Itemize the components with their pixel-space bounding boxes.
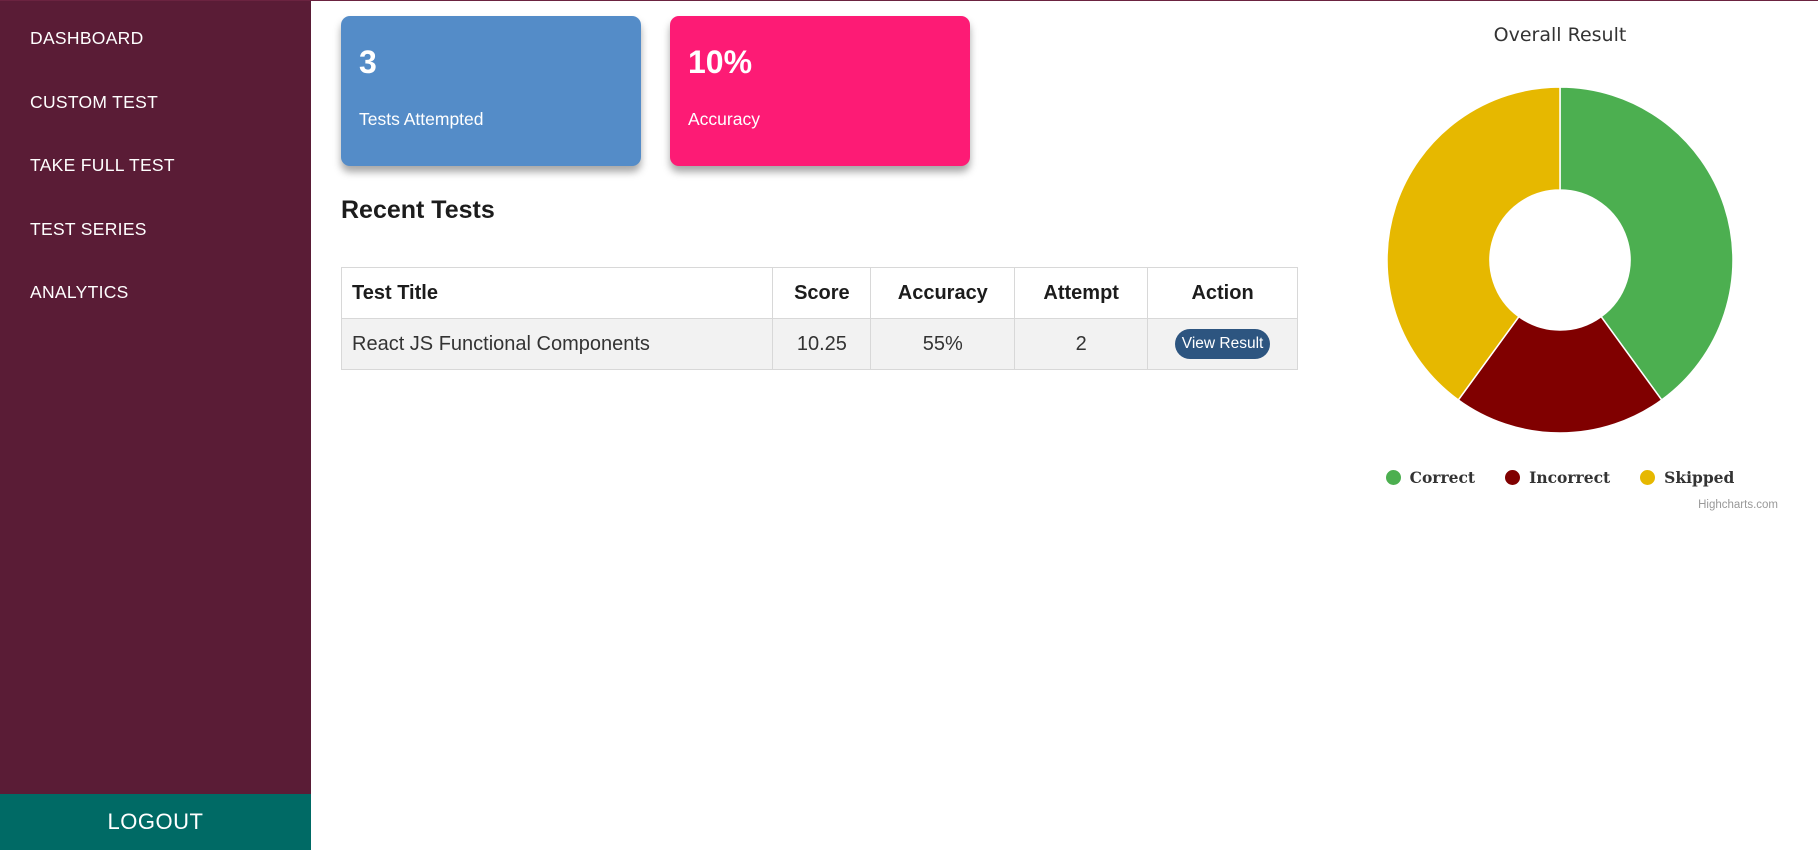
score-cell: 10.25 (772, 318, 872, 370)
legend-dot-incorrect (1505, 470, 1521, 485)
legend-dot-correct (1385, 470, 1401, 485)
legend-item-correct[interactable]: Correct (1385, 468, 1476, 487)
legend-label-incorrect: Incorrect (1529, 468, 1611, 487)
donut-chart (1386, 86, 1734, 434)
column-header-score: Score (772, 267, 872, 319)
view-result-button[interactable]: View Result (1174, 329, 1271, 359)
accuracy-value: 10% (688, 44, 753, 80)
legend-label-correct: Correct (1409, 468, 1476, 487)
recent-tests-table: Test Title Score Accuracy Attempt Action… (340, 267, 1298, 370)
chart-legend: Correct Incorrect Skipped (1340, 468, 1780, 487)
column-header-test-title: Test Title (340, 267, 774, 319)
tests-attempted-label: Tests Attempted (359, 109, 484, 129)
table-row: React JS Functional Components 10.25 55%… (340, 318, 1298, 370)
table-header-row: Test Title Score Accuracy Attempt Action (340, 267, 1298, 319)
sidebar-item-analytics[interactable]: ANALYTICS (0, 278, 311, 342)
accuracy-label: Accuracy (688, 109, 760, 129)
action-cell: View Result (1147, 318, 1298, 370)
column-header-attempt: Attempt (1014, 267, 1149, 319)
accuracy-cell: 55% (870, 318, 1016, 370)
tests-attempted-card: 3 Tests Attempted (341, 16, 641, 166)
sidebar-item-dashboard[interactable]: DASHBOARD (0, 24, 311, 88)
legend-dot-skipped (1640, 470, 1656, 485)
overall-result-chart: Overall Result Correct Incorrect Skipped… (1340, 0, 1818, 540)
sidebar-nav: DASHBOARD CUSTOM TEST TAKE FULL TEST TES… (0, 1, 311, 342)
legend-item-skipped[interactable]: Skipped (1640, 468, 1734, 487)
recent-tests-title: Recent Tests (341, 196, 495, 224)
column-header-accuracy: Accuracy (870, 267, 1016, 319)
sidebar: DASHBOARD CUSTOM TEST TAKE FULL TEST TES… (0, 1, 311, 850)
test-title-cell: React JS Functional Components (340, 318, 774, 370)
highcharts-credits[interactable]: Highcharts.com (1698, 499, 1778, 511)
attempt-cell: 2 (1014, 318, 1149, 370)
column-header-action: Action (1147, 267, 1298, 319)
accuracy-card: 10% Accuracy (670, 16, 970, 166)
sidebar-item-custom-test[interactable]: CUSTOM TEST (0, 88, 311, 152)
legend-label-skipped: Skipped (1664, 468, 1735, 487)
sidebar-item-test-series[interactable]: TEST SERIES (0, 215, 311, 279)
legend-item-incorrect[interactable]: Incorrect (1505, 468, 1610, 487)
tests-attempted-value: 3 (359, 44, 377, 80)
logout-button[interactable]: LOGOUT (0, 794, 311, 850)
sidebar-item-take-full-test[interactable]: TAKE FULL TEST (0, 151, 311, 215)
